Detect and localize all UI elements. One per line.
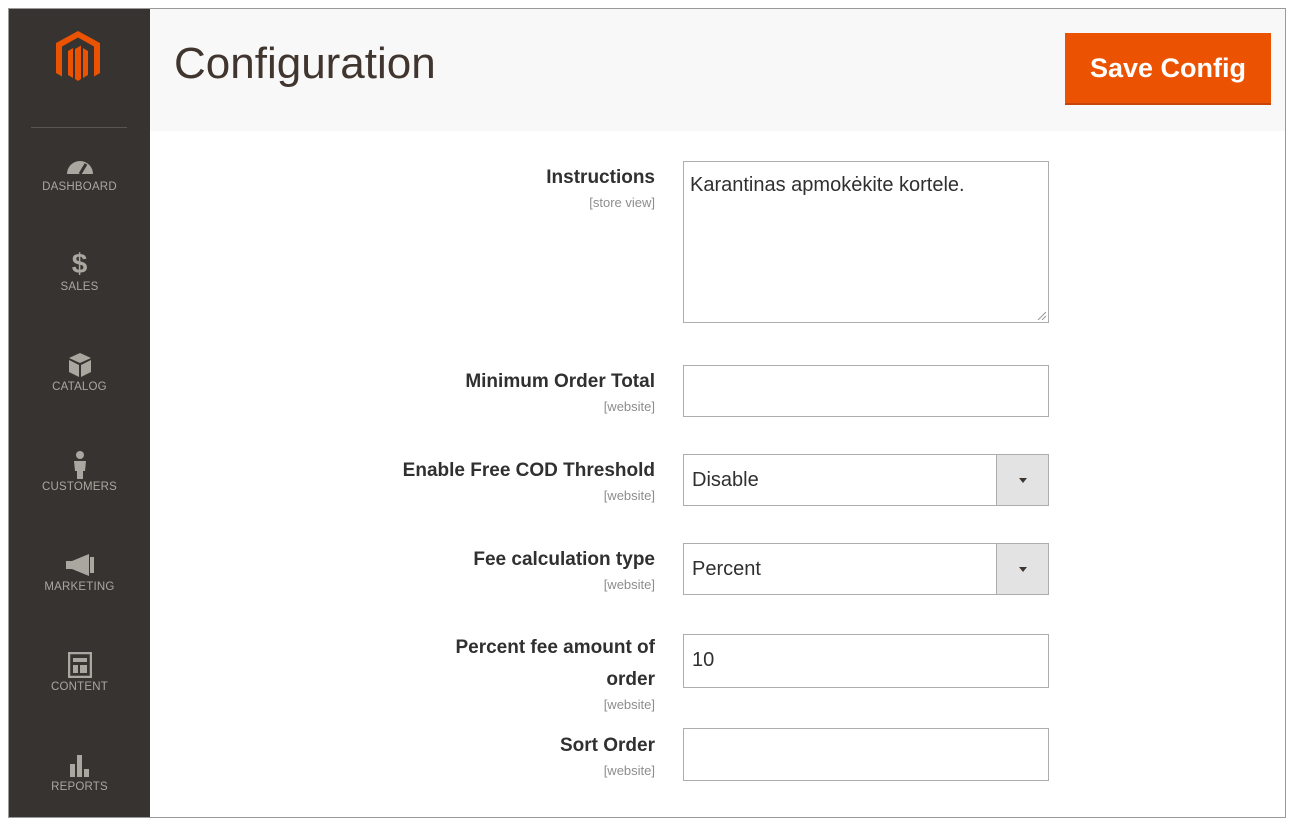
sidebar-item-label: DASHBOARD	[42, 181, 117, 193]
chevron-down-icon[interactable]	[996, 544, 1048, 594]
bar-chart-icon	[9, 749, 150, 779]
percent-fee-input[interactable]: 10	[683, 634, 1049, 688]
resize-handle-icon[interactable]	[1036, 310, 1046, 320]
sidebar-item-label: MARKETING	[44, 581, 115, 593]
instructions-textarea[interactable]: Karantinas apmokėkite kortele.	[683, 161, 1049, 323]
sidebar-divider	[31, 127, 127, 128]
sidebar-item-label: SALES	[60, 281, 99, 293]
sort-order-label: Sort Order	[559, 735, 655, 756]
box-icon	[9, 349, 150, 379]
fee-calc-type-label: Fee calculation type	[473, 549, 655, 570]
instructions-scope: [store view]	[589, 195, 655, 210]
min-order-total-label: Minimum Order Total	[465, 371, 655, 392]
dollar-icon: $	[71, 248, 88, 279]
chevron-down-icon[interactable]	[996, 455, 1048, 505]
free-cod-threshold-label: Enable Free COD Threshold	[402, 460, 655, 481]
admin-window: DASHBOARD $ SALES CATALOG CUSTOMERS MARK…	[8, 8, 1286, 818]
page-title: Configuration	[174, 39, 436, 88]
fee-calc-type-value: Percent	[692, 558, 761, 580]
sidebar-item-catalog[interactable]: CATALOG	[9, 349, 150, 439]
percent-fee-scope: [website]	[603, 697, 655, 712]
sidebar-item-label: CONTENT	[51, 681, 108, 693]
free-cod-threshold-select[interactable]: Disable	[683, 454, 1049, 506]
megaphone-icon	[9, 549, 150, 579]
sidebar-item-sales[interactable]: $ SALES	[9, 249, 150, 339]
page-header: Configuration Save Config	[150, 9, 1285, 131]
percent-fee-label-line2: order	[606, 669, 655, 690]
sidebar-item-label: REPORTS	[51, 781, 108, 793]
sidebar: DASHBOARD $ SALES CATALOG CUSTOMERS MARK…	[9, 9, 150, 817]
fee-calc-type-select[interactable]: Percent	[683, 543, 1049, 595]
layout-icon	[9, 649, 150, 679]
instructions-label: Instructions	[546, 167, 655, 188]
save-config-button[interactable]: Save Config	[1065, 33, 1271, 105]
min-order-total-input[interactable]	[683, 365, 1049, 417]
person-icon	[9, 449, 150, 479]
sidebar-item-label: CUSTOMERS	[41, 481, 118, 493]
instructions-value: Karantinas apmokėkite kortele.	[690, 174, 965, 196]
sidebar-item-content[interactable]: CONTENT	[9, 649, 150, 739]
min-order-total-scope: [website]	[603, 399, 655, 414]
dashboard-icon	[9, 149, 150, 179]
sidebar-item-marketing[interactable]: MARKETING	[9, 549, 150, 639]
sort-order-input[interactable]	[683, 728, 1049, 781]
free-cod-threshold-value: Disable	[692, 469, 759, 491]
sidebar-item-reports[interactable]: REPORTS	[9, 749, 150, 817]
sort-order-scope: [website]	[603, 763, 655, 778]
magento-logo-icon[interactable]	[54, 29, 102, 85]
percent-fee-label: Percent fee amount of	[455, 637, 655, 658]
sidebar-item-dashboard[interactable]: DASHBOARD	[9, 149, 150, 239]
sidebar-item-customers[interactable]: CUSTOMERS	[9, 449, 150, 539]
free-cod-threshold-scope: [website]	[603, 488, 655, 503]
fee-calc-type-scope: [website]	[603, 577, 655, 592]
sidebar-item-label: CATALOG	[52, 381, 107, 393]
